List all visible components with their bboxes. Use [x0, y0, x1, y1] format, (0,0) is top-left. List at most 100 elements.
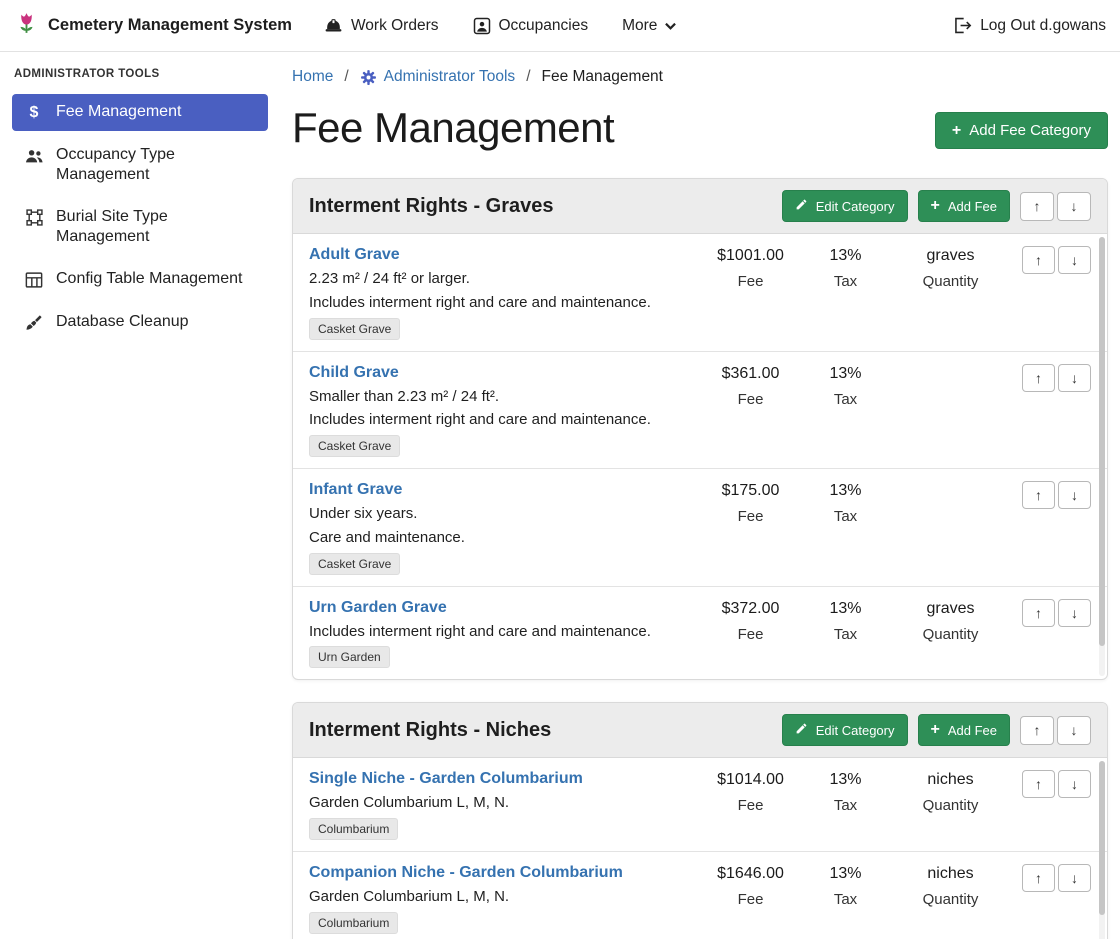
add-fee-button[interactable]: + Add Fee: [918, 190, 1011, 222]
fee-amount-column: $175.00 Fee: [698, 481, 803, 525]
breadcrumb-separator: /: [344, 68, 348, 86]
add-fee-label: Add Fee: [948, 723, 997, 738]
fee-info: Infant Grave Under six years. Care and m…: [309, 481, 698, 575]
tax-label: Tax: [803, 626, 888, 643]
fee-reorder-controls: ↑ ↓: [1013, 770, 1091, 798]
move-fee-up-button[interactable]: ↑: [1022, 770, 1055, 798]
fee-name-link[interactable]: Child Grave: [309, 364, 399, 382]
fee-info: Urn Garden Grave Includes interment righ…: [309, 599, 698, 669]
tax-label: Tax: [803, 273, 888, 290]
move-fee-up-button[interactable]: ↑: [1022, 481, 1055, 509]
edit-category-button[interactable]: Edit Category: [782, 190, 908, 222]
sidebar: ADMINISTRATOR TOOLS $ Fee Management Occ…: [0, 52, 280, 939]
fee-category-card: Interment Rights - Graves Edit Category …: [292, 178, 1108, 680]
quantity-column: [888, 481, 1013, 482]
move-fee-down-button[interactable]: ↓: [1058, 864, 1091, 892]
tax-column: 13% Tax: [803, 599, 888, 643]
fee-row: Child Grave Smaller than 2.23 m² / 24 ft…: [293, 351, 1107, 469]
fee-amount: $1001.00: [698, 247, 803, 265]
move-fee-down-button[interactable]: ↓: [1058, 481, 1091, 509]
add-fee-category-label: Add Fee Category: [969, 122, 1091, 139]
fee-amount-label: Fee: [698, 891, 803, 908]
sidebar-item-config-table-management[interactable]: Config Table Management: [12, 261, 268, 298]
nav-occupancies-label: Occupancies: [499, 17, 589, 35]
category-fee-list: Adult Grave 2.23 m² / 24 ft² or larger. …: [293, 234, 1107, 679]
arrow-down-icon: ↓: [1071, 870, 1078, 886]
category-header: Interment Rights - Graves Edit Category …: [293, 179, 1107, 234]
fee-reorder-controls: ↑ ↓: [1013, 864, 1091, 892]
arrow-up-icon: ↑: [1035, 370, 1042, 386]
arrow-up-icon: ↑: [1034, 198, 1041, 214]
fee-category-card: Interment Rights - Niches Edit Category …: [292, 702, 1108, 939]
logout-icon: [953, 17, 972, 34]
card-scrollbar-thumb[interactable]: [1099, 237, 1105, 646]
fee-amount-label: Fee: [698, 391, 803, 408]
quantity-value: niches: [888, 771, 1013, 789]
fee-row: Infant Grave Under six years. Care and m…: [293, 468, 1107, 586]
fee-description: 2.23 m² / 24 ft² or larger.: [309, 270, 688, 289]
quantity-column: niches Quantity: [888, 864, 1013, 908]
move-category-down-button[interactable]: ↓: [1057, 192, 1091, 221]
fee-name-link[interactable]: Companion Niche - Garden Columbarium: [309, 864, 623, 882]
quantity-value: graves: [888, 600, 1013, 618]
move-fee-down-button[interactable]: ↓: [1058, 246, 1091, 274]
nav-more[interactable]: More: [622, 17, 676, 35]
fee-row: Adult Grave 2.23 m² / 24 ft² or larger. …: [293, 234, 1107, 351]
edit-category-button[interactable]: Edit Category: [782, 714, 908, 746]
hard-hat-icon: [324, 18, 343, 34]
broom-icon: [22, 312, 46, 333]
fee-type-badge: Columbarium: [309, 818, 398, 840]
plus-icon: +: [952, 123, 961, 139]
move-fee-up-button[interactable]: ↑: [1022, 864, 1055, 892]
nav-occupancies[interactable]: Occupancies: [473, 17, 589, 35]
occupancy-icon: [473, 17, 491, 35]
logout-button[interactable]: Log Out d.gowans: [953, 17, 1106, 35]
move-fee-up-button[interactable]: ↑: [1022, 599, 1055, 627]
fee-name-link[interactable]: Single Niche - Garden Columbarium: [309, 770, 583, 788]
fee-type-badge: Casket Grave: [309, 435, 400, 457]
fee-name-link[interactable]: Urn Garden Grave: [309, 599, 447, 617]
vector-square-icon: [22, 207, 46, 228]
quantity-column: graves Quantity: [888, 246, 1013, 290]
nav-work-orders-label: Work Orders: [351, 17, 439, 35]
fee-description: Includes interment right and care and ma…: [309, 294, 688, 313]
breadcrumb-home-link[interactable]: Home: [292, 68, 333, 86]
add-fee-category-button[interactable]: + Add Fee Category: [935, 112, 1108, 149]
move-category-up-button[interactable]: ↑: [1020, 192, 1054, 221]
sidebar-item-database-cleanup[interactable]: Database Cleanup: [12, 304, 268, 341]
nav-work-orders[interactable]: Work Orders: [324, 17, 439, 35]
arrow-up-icon: ↑: [1035, 487, 1042, 503]
move-category-down-button[interactable]: ↓: [1057, 716, 1091, 745]
quantity-column: graves Quantity: [888, 599, 1013, 643]
edit-category-label: Edit Category: [816, 199, 895, 214]
fee-description: Under six years.: [309, 505, 688, 524]
tax-value: 13%: [803, 482, 888, 500]
sidebar-item-burial-site-type-management[interactable]: Burial Site Type Management: [12, 199, 268, 255]
move-category-up-button[interactable]: ↑: [1020, 716, 1054, 745]
card-scrollbar[interactable]: [1099, 237, 1105, 676]
fee-name-link[interactable]: Adult Grave: [309, 246, 400, 264]
card-scrollbar-thumb[interactable]: [1099, 761, 1105, 914]
sidebar-item-occupancy-type-management[interactable]: Occupancy Type Management: [12, 137, 268, 193]
fee-name-link[interactable]: Infant Grave: [309, 481, 402, 499]
chevron-down-icon: [665, 22, 676, 30]
move-fee-up-button[interactable]: ↑: [1022, 364, 1055, 392]
move-fee-up-button[interactable]: ↑: [1022, 246, 1055, 274]
category-fee-list: Single Niche - Garden Columbarium Garden…: [293, 758, 1107, 939]
move-fee-down-button[interactable]: ↓: [1058, 599, 1091, 627]
card-scrollbar[interactable]: [1099, 761, 1105, 939]
fee-info: Adult Grave 2.23 m² / 24 ft² or larger. …: [309, 246, 698, 340]
breadcrumb-separator: /: [526, 68, 530, 86]
fee-info: Single Niche - Garden Columbarium Garden…: [309, 770, 698, 840]
sidebar-item-fee-management[interactable]: $ Fee Management: [12, 94, 268, 131]
fee-amount-label: Fee: [698, 626, 803, 643]
add-fee-button[interactable]: + Add Fee: [918, 714, 1011, 746]
fee-description: Includes interment right and care and ma…: [309, 623, 688, 642]
tax-label: Tax: [803, 891, 888, 908]
move-fee-down-button[interactable]: ↓: [1058, 770, 1091, 798]
app-brand[interactable]: Cemetery Management System: [14, 11, 292, 41]
breadcrumb-admin-tools-link[interactable]: Administrator Tools: [360, 68, 516, 86]
move-fee-down-button[interactable]: ↓: [1058, 364, 1091, 392]
tax-label: Tax: [803, 391, 888, 408]
fee-description: Garden Columbarium L, M, N.: [309, 794, 688, 813]
